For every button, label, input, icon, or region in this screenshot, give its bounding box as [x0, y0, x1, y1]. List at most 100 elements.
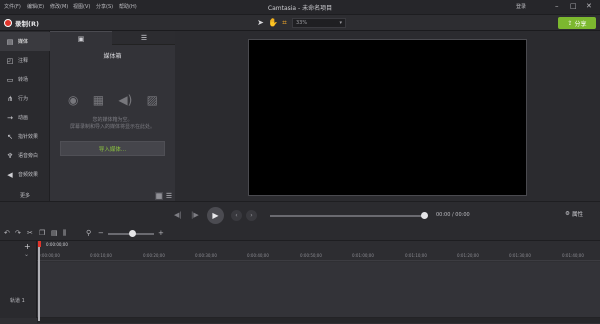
next-icon[interactable]: › [246, 210, 257, 221]
sidebar-item-behaviors[interactable]: ⋔ 行为 [0, 89, 50, 108]
redo-icon[interactable]: ↷ [15, 229, 21, 237]
scrubber-handle[interactable] [421, 212, 428, 219]
film-icon: ▣ [77, 34, 85, 43]
cursor-icon: ↖ [7, 132, 13, 141]
login-link[interactable]: 登录 [516, 3, 526, 10]
maximize-icon[interactable]: □ [570, 2, 577, 10]
tick-label: 0:01:10;00 [405, 253, 427, 258]
crop-icon[interactable]: ⌗ [280, 18, 289, 28]
tick-label: 0:00:30;00 [195, 253, 217, 258]
zoom-value: 33% [296, 20, 308, 26]
sidebar-item-label: 指针效果 [18, 134, 39, 140]
empty-message-line: 屏幕录制和导入的媒体将显示在此处。 [69, 124, 155, 130]
audio-icon: ◀) [118, 93, 133, 107]
menu-bar: 文件(F) 编辑(E) 修改(M) 视图(V) 分享(S) 帮助(H) Camt… [0, 0, 600, 15]
playback-bar: ◀| |▶ ▶ ‹ › 00:00 / 00:00 ⚙ 属性 [0, 201, 600, 227]
tab-library[interactable]: ☰ [113, 31, 175, 45]
cut-icon[interactable]: ✂ [27, 229, 33, 237]
hand-icon[interactable]: ✋ [268, 18, 278, 28]
sidebar-item-audio-effects[interactable]: ◀ 音频效果 [0, 165, 50, 184]
paste-icon[interactable]: ▤ [51, 229, 58, 237]
total-time: 00:00 [455, 212, 470, 218]
zoom-in-icon[interactable]: + [158, 229, 164, 237]
timeline-scrollbar[interactable] [37, 318, 600, 323]
preview-canvas[interactable] [248, 39, 527, 196]
close-icon[interactable]: ✕ [586, 2, 592, 10]
zoom-icon[interactable]: ⚲ [86, 229, 91, 237]
minimize-icon[interactable]: – [555, 2, 559, 10]
tab-media-bin[interactable]: ▣ [50, 31, 112, 45]
collapse-icon[interactable]: ⌄ [24, 251, 29, 258]
more-button[interactable]: 更多 [0, 189, 50, 201]
sidebar-item-cursor-effects[interactable]: ↖ 指针效果 [0, 127, 50, 146]
video-icon: ▦ [92, 93, 105, 107]
track-header-column: + ⌄ 轨道 1 [0, 241, 37, 318]
playhead[interactable] [38, 241, 40, 321]
properties-button[interactable]: ⚙ 属性 [565, 210, 583, 218]
gear-icon: ⚙ [565, 211, 570, 217]
properties-label: 属性 [571, 212, 583, 218]
canvas-area [175, 31, 600, 201]
media-bin-panel: ▣ ☰ 媒体箱 ◉ ▦ ◀) ▨ 您的媒体箱为空。 屏幕录制和导入的媒体将显示在… [50, 31, 175, 201]
zoom-dropdown[interactable]: 33% ▾ [292, 18, 346, 28]
previous-icon[interactable]: ‹ [231, 210, 242, 221]
sidebar-item-label: 转场 [18, 77, 29, 83]
playhead-time: 0:00:00;00 [46, 242, 68, 247]
media-icon: ▤ [6, 37, 14, 46]
list-view-icon[interactable]: ☰ [165, 192, 173, 200]
media-type-icons: ◉ ▦ ◀) ▨ [68, 93, 158, 107]
step-back-icon[interactable]: ◀| [174, 211, 182, 219]
timeline-zoom-handle[interactable] [129, 230, 136, 237]
share-icon: ⇪ [567, 19, 573, 27]
behavior-icon: ⋔ [7, 94, 13, 103]
record-label: 录制(R) [15, 20, 39, 28]
time-ruler[interactable]: 0:00:00;00 0:00:10;00 0:00:20;00 0:00:30… [37, 241, 600, 261]
sidebar-item-label: 动画 [18, 115, 29, 121]
transition-icon: ▭ [6, 75, 14, 84]
timeline: + ⌄ 轨道 1 0:00:00;00 0:00:10;00 0:00:20;0… [0, 241, 600, 324]
library-icon: ☰ [140, 34, 148, 42]
sidebar-item-media[interactable]: ▤ 媒体 [0, 32, 50, 51]
sidebar-item-label: 语音旁白 [18, 153, 39, 159]
sidebar-item-annotations[interactable]: ◰ 注释 [0, 51, 50, 70]
sidebar-item-label: 媒体 [18, 39, 29, 45]
panel-title: 媒体箱 [103, 53, 122, 60]
track-1-lane[interactable] [37, 262, 600, 318]
tick-label: 0:00:50;00 [300, 253, 322, 258]
sidebar-item-label: 注释 [18, 58, 29, 64]
image-icon: ▨ [146, 93, 158, 107]
tools-sidebar: ▤ 媒体 ◰ 注释 ▭ 转场 ⋔ 行为 → 动画 ↖ 指针效果 ♆ 语音旁白 ◀ [0, 31, 50, 201]
step-forward-icon[interactable]: |▶ [191, 211, 199, 219]
animation-icon: → [7, 113, 13, 122]
import-media-button[interactable]: 导入媒体... [60, 141, 165, 156]
zoom-out-icon[interactable]: − [98, 229, 104, 237]
timeline-toolbar: ↶ ↷ ✂ ❐ ▤ ⫼ ⚲ − + [0, 227, 600, 241]
annotation-icon: ◰ [6, 56, 14, 65]
speaker-icon: ◀ [7, 170, 13, 179]
tick-label: 0:01:00;00 [352, 253, 374, 258]
share-button[interactable]: ⇪ 分享 [558, 17, 596, 29]
share-label: 分享 [574, 20, 587, 28]
tick-label: 0:01:30;00 [509, 253, 531, 258]
add-track-icon[interactable]: + [24, 242, 31, 251]
record-media-icon: ◉ [68, 93, 79, 107]
tick-label: 0:00:00;00 [38, 253, 60, 258]
split-icon[interactable]: ⫼ [63, 229, 66, 238]
undo-icon[interactable]: ↶ [4, 229, 10, 237]
microphone-icon: ♆ [6, 151, 14, 160]
sidebar-item-transitions[interactable]: ▭ 转场 [0, 70, 50, 89]
chevron-down-icon: ▾ [339, 20, 342, 26]
tick-label: 0:01:40;00 [562, 253, 584, 258]
pointer-icon[interactable]: ➤ [256, 18, 265, 28]
sidebar-item-voice-narration[interactable]: ♆ 语音旁白 [0, 146, 50, 165]
main-toolbar: 录制(R) ➤ ✋ ⌗ 33% ▾ ⇪ 分享 [0, 15, 600, 31]
scrubber-track[interactable] [270, 215, 425, 217]
grid-view-icon[interactable]: ▦ [155, 192, 163, 200]
sidebar-item-animations[interactable]: → 动画 [0, 108, 50, 127]
record-button[interactable]: 录制(R) [4, 18, 39, 28]
window-title: Camtasia - 未命名项目 [267, 5, 333, 12]
copy-icon[interactable]: ❐ [39, 229, 45, 237]
sidebar-item-label: 音频效果 [18, 172, 39, 178]
playhead-marker[interactable] [38, 241, 41, 247]
play-button[interactable]: ▶ [207, 207, 224, 224]
